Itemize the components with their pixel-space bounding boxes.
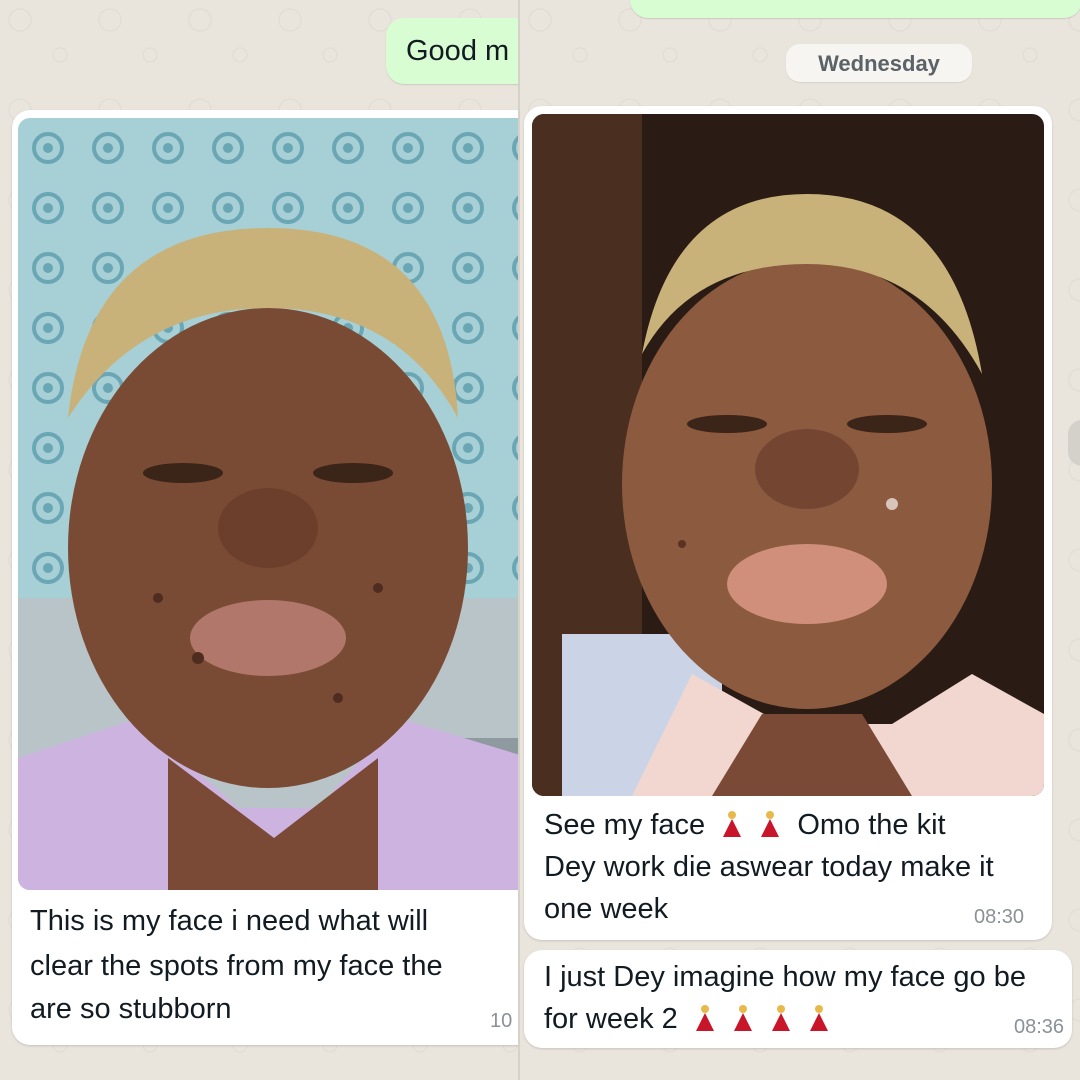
outgoing-message-text: Good m (406, 35, 510, 67)
message-line-1: I just Dey imagine how my face go be (544, 961, 1026, 993)
message-line-2: Dey work die aswear today make it (544, 851, 994, 883)
outgoing-message-bubble[interactable]: Good m (386, 18, 520, 84)
date-separator: Wednesday (786, 44, 972, 82)
dancer-emoji-icon (733, 1005, 752, 1031)
message-timestamp: 08:30 (974, 906, 1025, 928)
chat-panel-left: Good m This is my face i need what will … (0, 0, 520, 1080)
image-message-bubble[interactable]: See my face Omo the kit Dey work die asw… (524, 106, 1052, 940)
dancer-emoji-icon (695, 1005, 714, 1031)
message-line: clear the spots from my face the (30, 950, 443, 982)
outgoing-message-bubble-cut[interactable] (630, 0, 1080, 18)
dancer-emoji-icon (723, 811, 742, 837)
message-line: This is my face i need what will (30, 905, 429, 937)
message-timestamp: 10 (490, 1010, 513, 1032)
chat-panel-right: Wednesday See my face Omo the kit Dey wo… (518, 0, 1080, 1080)
selfie-image (532, 114, 1044, 796)
scroll-handle[interactable] (1068, 420, 1080, 466)
message-text: for week 2 (544, 1003, 678, 1035)
dancer-emoji-icon (771, 1005, 790, 1031)
selfie-photo-after[interactable] (532, 114, 1044, 796)
text-message-bubble[interactable]: I just Dey imagine how my face go be for… (524, 950, 1072, 1048)
message-line: are so stubborn (30, 993, 232, 1025)
dancer-emoji-icon (761, 811, 780, 837)
selfie-image (18, 118, 520, 890)
message-text: Omo the kit (797, 809, 946, 841)
selfie-photo-before[interactable] (18, 118, 520, 890)
image-message-bubble[interactable]: This is my face i need what will clear t… (12, 110, 520, 1045)
dancer-emoji-icon (809, 1005, 828, 1031)
message-text: See my face (544, 809, 706, 841)
message-line-1: See my face Omo the kit (544, 804, 946, 846)
message-timestamp: 08:36 (1014, 1016, 1065, 1038)
message-line-3: one week (544, 893, 669, 925)
message-line-2: for week 2 (544, 998, 838, 1040)
